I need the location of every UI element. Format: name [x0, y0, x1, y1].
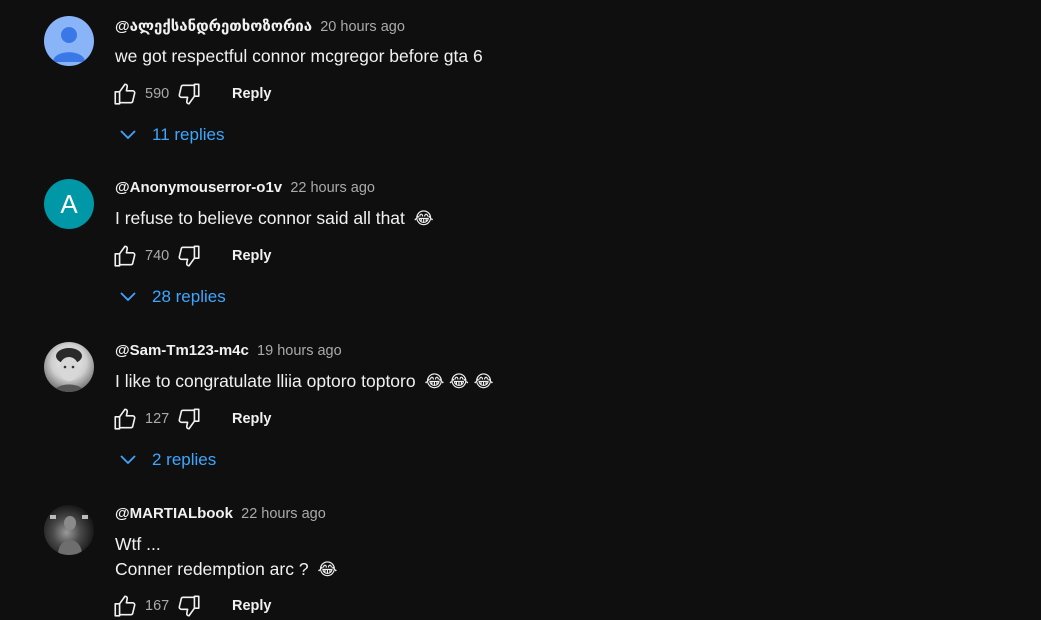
comment-timestamp[interactable]: 19 hours ago — [257, 343, 342, 359]
laughing-emoji: 😂 — [413, 209, 434, 228]
chevron-down-icon — [120, 292, 136, 302]
chevron-down-icon — [120, 455, 136, 465]
comment-actions: 740 Reply — [112, 243, 272, 269]
comment-line: we got respectful connor mcgregor before… — [115, 46, 483, 66]
user-photo-icon — [50, 515, 88, 555]
comment-header: @Sam-Tm123-m4c 19 hours ago — [115, 342, 342, 359]
replies-count-label: 28 replies — [152, 287, 226, 306]
comment-line: I refuse to believe connor said all that — [115, 208, 405, 228]
comment-actions: 127 Reply — [112, 406, 272, 432]
reply-button[interactable]: Reply — [232, 411, 272, 427]
replies-count-label: 11 replies — [152, 125, 225, 144]
comment-author[interactable]: @ალექსანდრეთხოზორია — [115, 18, 312, 35]
like-count: 590 — [145, 86, 170, 102]
user-photo-icon — [54, 348, 84, 392]
comment-line-wrap: Conner redemption arc ? 😂 — [115, 557, 337, 582]
comment-author[interactable]: @Anonymouserror-o1v — [115, 179, 282, 196]
like-button[interactable] — [112, 243, 138, 269]
thumbs-down-icon — [178, 408, 200, 430]
view-replies-button[interactable]: 28 replies — [118, 287, 226, 307]
like-button[interactable] — [112, 406, 138, 432]
reply-button[interactable]: Reply — [232, 248, 272, 264]
comment-text: we got respectful connor mcgregor before… — [115, 44, 483, 69]
comment-timestamp[interactable]: 20 hours ago — [320, 19, 405, 35]
comment-text: Wtf ... Conner redemption arc ? 😂 — [115, 532, 337, 582]
comment-header: @Anonymouserror-o1v 22 hours ago — [115, 179, 375, 196]
comment-text: I like to congratulate llіia optoro topt… — [115, 369, 494, 394]
thumbs-down-icon — [178, 595, 200, 617]
comment-author[interactable]: @MARTIALbook — [115, 505, 233, 522]
dislike-button[interactable] — [176, 243, 202, 269]
dislike-button[interactable] — [176, 81, 202, 107]
like-button[interactable] — [112, 81, 138, 107]
comment-author[interactable]: @Sam-Tm123-m4c — [115, 342, 249, 359]
thumbs-up-icon — [114, 245, 136, 267]
avatar-letter: A — [60, 188, 78, 219]
avatar[interactable]: A — [44, 179, 94, 229]
comment-line: Wtf ... — [115, 534, 161, 554]
comment-header: @ალექსანდრეთხოზორია 20 hours ago — [115, 17, 405, 35]
reply-button[interactable]: Reply — [232, 86, 272, 102]
avatar[interactable] — [44, 16, 94, 66]
thumbs-up-icon — [114, 408, 136, 430]
like-count: 740 — [145, 248, 170, 264]
comment-header: @MARTIALbook 22 hours ago — [115, 505, 326, 522]
view-replies-button[interactable]: 11 replies — [118, 125, 224, 145]
reply-button[interactable]: Reply — [232, 598, 272, 614]
thumbs-up-icon — [114, 83, 136, 105]
comment-timestamp[interactable]: 22 hours ago — [290, 180, 375, 196]
replies-count-label: 2 replies — [152, 450, 217, 469]
like-count: 127 — [145, 411, 170, 427]
default-user-icon — [53, 27, 85, 62]
comment-actions: 167 Reply — [112, 593, 272, 619]
comment-line: Conner redemption arc ? — [115, 559, 309, 579]
thumbs-down-icon — [178, 83, 200, 105]
view-replies-button[interactable]: 2 replies — [118, 450, 216, 470]
like-count: 167 — [145, 598, 170, 614]
like-button[interactable] — [112, 593, 138, 619]
avatar[interactable] — [44, 342, 94, 392]
comment-line: I like to congratulate llіia optoro topt… — [115, 371, 416, 391]
laughing-emoji: 😂 😂 😂 — [424, 372, 494, 391]
comment-timestamp[interactable]: 22 hours ago — [241, 506, 326, 522]
comment-actions: 590 Reply — [112, 81, 272, 107]
avatar[interactable] — [44, 505, 94, 555]
chevron-down-icon — [120, 130, 136, 140]
dislike-button[interactable] — [176, 406, 202, 432]
thumbs-down-icon — [178, 245, 200, 267]
thumbs-up-icon — [114, 595, 136, 617]
dislike-button[interactable] — [176, 593, 202, 619]
comment-text: I refuse to believe connor said all that… — [115, 206, 434, 231]
laughing-emoji: 😂 — [317, 560, 338, 579]
